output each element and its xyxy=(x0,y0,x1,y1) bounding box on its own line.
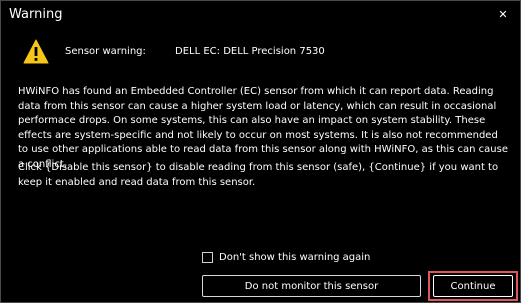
dont-show-again-label: Don't show this warning again xyxy=(219,251,371,263)
dont-show-again-checkbox[interactable] xyxy=(202,251,213,263)
warning-description: HWiNFO has found an Embedded Controller … xyxy=(18,86,508,170)
warning-triangle-icon xyxy=(23,39,49,64)
warning-dialog: Warning ✕ Sensor warning: DELL EC: DELL … xyxy=(0,0,521,303)
instruction-text: Click {Disable this sensor} to disable r… xyxy=(18,162,499,188)
do-not-monitor-button[interactable]: Do not monitor this sensor xyxy=(202,275,421,297)
sensor-warning-label: Sensor warning: xyxy=(65,46,146,57)
continue-button[interactable]: Continue xyxy=(433,275,513,297)
sensor-name: DELL EC: DELL Precision 7530 xyxy=(175,46,325,57)
title-bar[interactable]: Warning ✕ xyxy=(1,1,520,30)
dont-show-again-option[interactable]: Don't show this warning again xyxy=(202,249,370,265)
close-icon[interactable]: ✕ xyxy=(494,6,512,24)
window-title: Warning xyxy=(9,7,63,22)
